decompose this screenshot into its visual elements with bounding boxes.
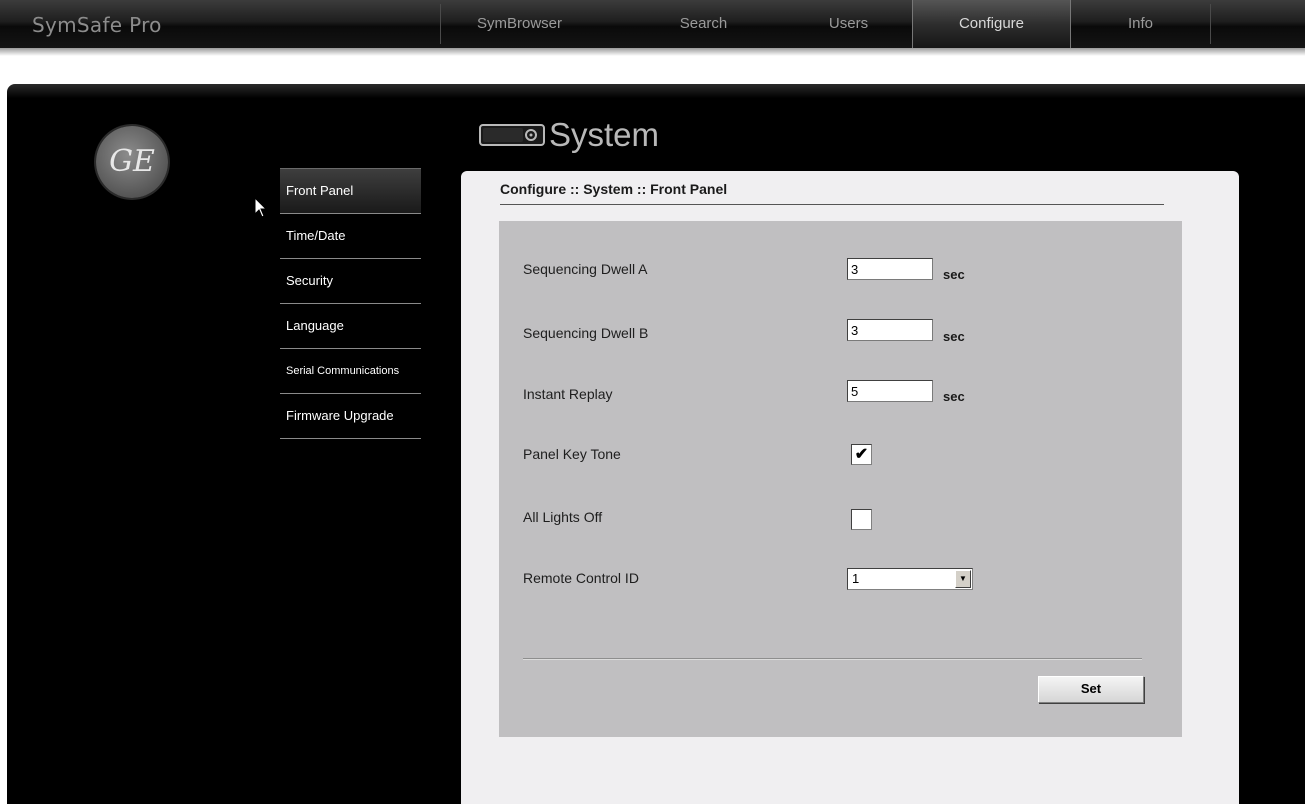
system-device-icon bbox=[479, 124, 545, 146]
all-lights-off-checkbox[interactable] bbox=[851, 509, 872, 530]
all-lights-off-label: All Lights Off bbox=[523, 509, 603, 525]
dwell-b-unit: sec bbox=[943, 329, 965, 344]
panel-key-tone-label: Panel Key Tone bbox=[523, 446, 621, 462]
front-panel-form: Sequencing Dwell A sec Sequencing Dwell … bbox=[499, 221, 1182, 737]
dwell-a-label: Sequencing Dwell A bbox=[523, 261, 648, 277]
dwell-b-label: Sequencing Dwell B bbox=[523, 325, 649, 341]
sidebar-item-front-panel[interactable]: Front Panel bbox=[280, 168, 421, 214]
instant-replay-input[interactable] bbox=[847, 380, 933, 402]
dwell-b-input[interactable] bbox=[847, 319, 933, 341]
sidebar: Front Panel Time/Date Security Language … bbox=[280, 168, 421, 439]
topbar-shadow bbox=[0, 48, 1305, 56]
mouse-pointer-icon bbox=[254, 197, 268, 218]
sidebar-item-firmware-upgrade[interactable]: Firmware Upgrade bbox=[280, 394, 421, 439]
app-title: SymSafe Pro bbox=[32, 13, 162, 37]
sidebar-item-language[interactable]: Language bbox=[280, 304, 421, 349]
breadcrumb: Configure :: System :: Front Panel bbox=[500, 181, 728, 197]
instant-replay-label: Instant Replay bbox=[523, 386, 613, 402]
sidebar-item-time-date[interactable]: Time/Date bbox=[280, 214, 421, 259]
ge-logo: GE bbox=[96, 126, 168, 198]
panel-key-tone-checkbox[interactable]: ✔ bbox=[851, 444, 872, 465]
remote-control-id-label: Remote Control ID bbox=[523, 570, 639, 586]
tab-symbrowser[interactable]: SymBrowser bbox=[441, 0, 598, 48]
chevron-down-icon[interactable]: ▼ bbox=[955, 570, 971, 588]
remote-control-id-select[interactable]: 1 ▼ bbox=[847, 568, 973, 590]
remote-control-id-value: 1 bbox=[852, 571, 860, 586]
tab-configure[interactable]: Configure bbox=[912, 0, 1071, 48]
sidebar-item-serial-communications[interactable]: Serial Communications bbox=[280, 349, 421, 394]
nav-separator bbox=[1210, 4, 1211, 44]
ge-logo-text: GE bbox=[109, 144, 155, 179]
tab-users[interactable]: Users bbox=[770, 0, 927, 48]
tab-info[interactable]: Info bbox=[1062, 0, 1219, 48]
sidebar-item-security[interactable]: Security bbox=[280, 259, 421, 304]
form-divider bbox=[523, 658, 1142, 660]
dwell-a-unit: sec bbox=[943, 267, 965, 282]
tab-search[interactable]: Search bbox=[625, 0, 782, 48]
dwell-a-input[interactable] bbox=[847, 258, 933, 280]
top-nav-bar: SymSafe Pro SymBrowser Search Users Conf… bbox=[0, 0, 1305, 48]
content-card: Configure :: System :: Front Panel Seque… bbox=[461, 171, 1239, 804]
set-button[interactable]: Set bbox=[1038, 676, 1144, 703]
page-title: System bbox=[549, 116, 660, 153]
instant-replay-unit: sec bbox=[943, 389, 965, 404]
breadcrumb-divider bbox=[500, 204, 1164, 205]
